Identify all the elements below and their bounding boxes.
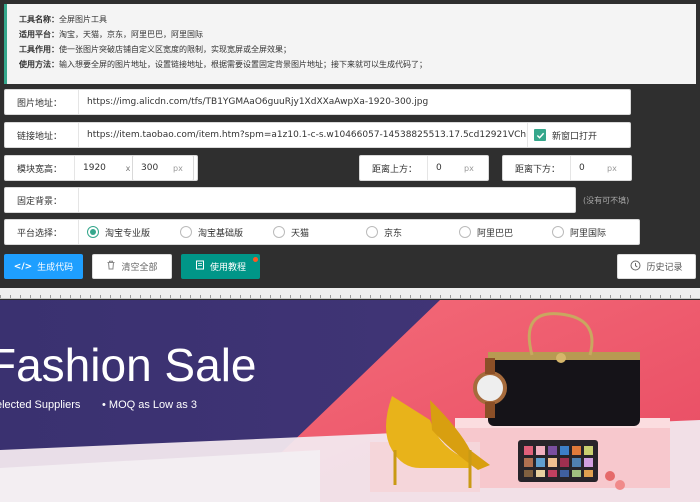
- module-size-label: 模块宽高：: [5, 156, 75, 180]
- handbag-body: [488, 352, 640, 426]
- banner-subtitle-moq: • MOQ as Low as 3: [102, 399, 197, 411]
- image-url-field[interactable]: 图片地址： https://img.alicdn.com/tfs/TB1YGMA…: [4, 89, 631, 115]
- height-unit: px: [173, 163, 183, 173]
- radio-jd[interactable]: 京东: [366, 226, 459, 239]
- bottom-distance-label: 距离下方：: [503, 156, 571, 180]
- top-distance-label: 距离上方：: [360, 156, 428, 180]
- trash-icon: [106, 260, 116, 273]
- tutorial-label: 使用教程: [209, 263, 246, 273]
- clock-icon: [630, 260, 641, 274]
- radio-label: 天猫: [291, 228, 310, 239]
- banner-preview: Fashion Sale elected Suppliers • MOQ as …: [0, 300, 700, 502]
- height-input[interactable]: 300: [133, 163, 173, 173]
- link-url-field[interactable]: 链接地址： https://item.taobao.com/item.htm?s…: [4, 122, 631, 148]
- radio-icon: [180, 226, 192, 238]
- radio-label: 京东: [384, 228, 403, 239]
- tutorial-button[interactable]: 使用教程: [181, 254, 260, 279]
- new-window-checkbox[interactable]: 新窗口打开: [527, 123, 597, 147]
- radio-icon: [459, 226, 471, 238]
- bottom-distance-row: 距离下方： 0 px: [502, 155, 632, 181]
- tool-platform-line: 适用平台：淘宝，天猫，京东，阿里巴巴，阿里国际: [19, 27, 684, 42]
- radio-taobao-pro[interactable]: 淘宝专业版: [87, 226, 180, 239]
- tool-name-line: 工具名称：全屏图片工具: [19, 12, 684, 27]
- radio-alibaba[interactable]: 阿里巴巴: [459, 226, 552, 239]
- link-url-label: 链接地址：: [5, 123, 79, 147]
- radio-label: 阿里巴巴: [477, 228, 514, 239]
- checkbox-checked-icon: [534, 129, 546, 141]
- bottom-distance-field: 距离下方： 0 px: [502, 155, 632, 181]
- top-distance-row: 距离上方： 0 px: [359, 155, 489, 181]
- image-url-row: 图片地址： https://img.alicdn.com/tfs/TB1YGMA…: [4, 89, 631, 115]
- radio-icon: [366, 226, 378, 238]
- link-url-row: 链接地址： https://item.taobao.com/item.htm?s…: [4, 122, 631, 148]
- tool-function-label: 工具作用：: [19, 45, 59, 54]
- radio-alibaba-intl[interactable]: 阿里国际: [552, 226, 638, 239]
- generate-code-label: 生成代码: [37, 263, 74, 273]
- tool-info-panel: 工具名称：全屏图片工具 适用平台：淘宝，天猫，京东，阿里巴巴，阿里国际 工具作用…: [4, 4, 696, 84]
- background-label: 固定背景：: [5, 188, 79, 212]
- tool-platform-value: 淘宝，天猫，京东，阿里巴巴，阿里国际: [59, 30, 203, 39]
- platform-label: 平台选择：: [5, 220, 79, 244]
- history-label: 历史记录: [646, 263, 683, 273]
- radio-icon: [273, 226, 285, 238]
- background-row: 固定背景： (没有可不填): [4, 187, 629, 213]
- tool-usage-label: 使用方法：: [19, 60, 59, 69]
- tool-usage-line: 使用方法：输入想要全屏的图片地址，设置链接地址，根据需要设置固定背景图片地址；接…: [19, 57, 684, 72]
- preview-ruler: [0, 288, 700, 299]
- new-window-label: 新窗口打开: [552, 131, 598, 142]
- top-distance-field: 距离上方： 0 px: [359, 155, 489, 181]
- radio-taobao-basic[interactable]: 淘宝基础版: [180, 226, 273, 239]
- times-sign: x: [125, 163, 131, 173]
- notification-dot: [253, 257, 258, 262]
- tool-name-value: 全屏图片工具: [59, 15, 107, 24]
- clear-all-button[interactable]: 清空全部: [92, 254, 172, 279]
- radio-label: 淘宝基础版: [198, 228, 244, 239]
- tool-name-label: 工具名称：: [19, 15, 59, 24]
- tool-platform-label: 适用平台：: [19, 30, 59, 39]
- bottom-distance-unit: px: [607, 163, 617, 173]
- background-field[interactable]: 固定背景：: [4, 187, 576, 213]
- platform-radio-group: 淘宝专业版 淘宝基础版 天猫 京东 阿里巴巴 阿里国际: [79, 226, 638, 239]
- top-distance-unit: px: [464, 163, 474, 173]
- height-field[interactable]: 300 px: [132, 155, 194, 181]
- tool-function-line: 工具作用：使一张图片突破店铺自定义区宽度的限制，实现宽屏或全屏效果；: [19, 42, 684, 57]
- bottom-distance-input[interactable]: 0: [571, 163, 607, 173]
- code-icon: </>: [13, 261, 33, 272]
- image-url-label: 图片地址：: [5, 90, 79, 114]
- image-url-input[interactable]: https://img.alicdn.com/tfs/TB1YGMAaO6guu…: [79, 97, 428, 107]
- radio-label: 淘宝专业版: [105, 228, 151, 239]
- link-url-input[interactable]: https://item.taobao.com/item.htm?spm=a1z…: [79, 130, 527, 140]
- tool-function-value: 使一张图片突破店铺自定义区宽度的限制，实现宽屏或全屏效果；: [59, 45, 291, 54]
- background-hint: (没有可不填): [583, 195, 630, 205]
- radio-icon: [552, 226, 564, 238]
- clear-all-label: 清空全部: [121, 263, 158, 273]
- platform-field: 平台选择： 淘宝专业版 淘宝基础版 天猫 京东 阿里巴巴 阿里国际: [4, 219, 640, 245]
- width-input[interactable]: 1920: [75, 163, 121, 173]
- tool-usage-value: 输入想要全屏的图片地址，设置链接地址，根据需要设置固定背景图片地址；接下来就可以…: [59, 60, 427, 69]
- banner-title: Fashion Sale: [0, 339, 257, 391]
- top-distance-input[interactable]: 0: [428, 163, 464, 173]
- radio-label: 阿里国际: [570, 228, 607, 239]
- generate-code-button[interactable]: </> 生成代码: [4, 254, 83, 279]
- banner-subtitle-suppliers: elected Suppliers: [0, 399, 81, 411]
- platform-row: 平台选择： 淘宝专业版 淘宝基础版 天猫 京东 阿里巴巴 阿里国际: [4, 219, 640, 245]
- radio-tmall[interactable]: 天猫: [273, 226, 366, 239]
- book-icon: [195, 260, 205, 273]
- history-button[interactable]: 历史记录: [617, 254, 696, 279]
- watch: [473, 371, 507, 405]
- radio-selected-icon: [87, 226, 99, 238]
